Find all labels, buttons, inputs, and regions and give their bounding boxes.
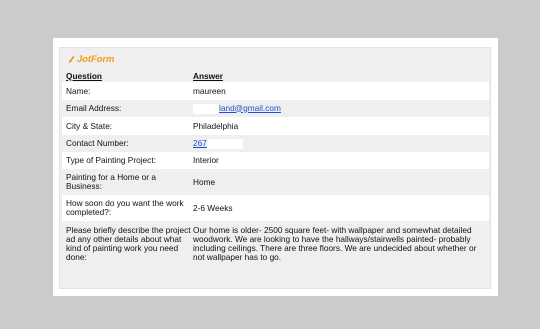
table-row: City & State: Philadelphia [62,117,489,135]
answer-cell: Home [193,176,216,187]
question-cell: Painting for a Home or a Business: [66,172,156,191]
brand-name: JotForm [77,53,115,65]
table-header: Question Answer [62,70,489,82]
answer-cell: Our home is older- 2500 square feet- wit… [193,225,477,262]
jotform-pencil-icon [69,55,75,63]
question-cell: Type of Painting Project: [66,155,156,165]
email-link[interactable]: land@gmail.com [219,103,281,113]
answer-cell: maureen [193,85,226,96]
submission-card: JotForm Question Answer Name: maureen Em… [53,38,498,296]
answer-cell: 267 [193,138,489,149]
submission-panel: JotForm Question Answer Name: maureen Em… [59,47,491,289]
answer-cell: Interior [193,155,219,165]
answer-cell: 2-6 Weeks [193,202,233,213]
table-row: Type of Painting Project: Interior [62,152,489,169]
table-row: How soon do you want the work completed?… [62,195,489,221]
question-cell: Please briefly describe the project ad a… [66,225,191,262]
question-cell: Email Address: [66,103,122,113]
table-row: Please briefly describe the project ad a… [62,221,489,267]
question-cell: Name: [66,85,91,96]
answer-cell: Philadelphia [193,120,239,131]
table-row: Painting for a Home or a Business: Home [62,169,489,195]
answer-cell: land@gmail.com [193,103,489,114]
question-cell: How soon do you want the work completed?… [66,198,184,217]
table-row: Name: maureen [62,82,489,100]
redaction-mask [206,138,243,149]
table-row: Email Address: land@gmail.com [62,100,489,117]
jotform-logo: JotForm [68,53,114,65]
qa-table: Question Answer Name: maureen Email Addr… [62,70,489,267]
table-row: Contact Number: 267 [62,135,489,152]
answer-header: Answer [193,70,223,81]
phone-link[interactable]: 267 [193,138,207,148]
question-header: Question [66,70,102,81]
question-cell: Contact Number: [66,138,129,148]
redaction-mask [193,103,219,114]
question-cell: City & State: [66,120,113,131]
